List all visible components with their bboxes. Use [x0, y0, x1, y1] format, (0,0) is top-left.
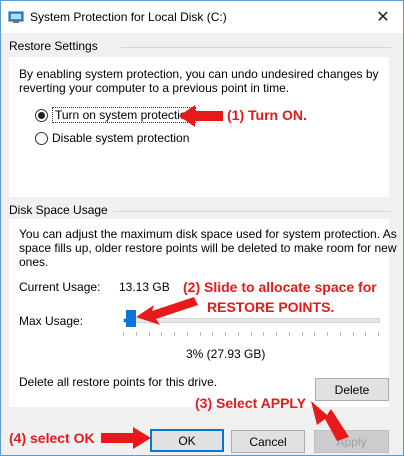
max-usage-label: Max Usage: [19, 314, 84, 328]
slider-tick [276, 332, 277, 336]
radio-button-selected[interactable] [35, 108, 48, 122]
cancel-button[interactable]: Cancel [231, 430, 305, 453]
annotation-step2-line1: (2) Slide to allocate space for [183, 279, 377, 295]
slider-tick [250, 332, 252, 336]
system-protection-icon [8, 11, 24, 23]
slider-tick [314, 332, 316, 336]
disk-description-line3: ones. [19, 255, 49, 269]
annotation-arrow-1 [179, 105, 223, 127]
slider-tick [263, 332, 265, 336]
restore-description-line2: reverting your computer to a previous po… [19, 81, 290, 95]
system-protection-dialog: System Protection for Local Disk (C:) ✕ … [0, 0, 404, 456]
slider-tick [288, 332, 290, 336]
disk-description-line2: space fills up, older restore points wil… [19, 241, 397, 255]
disk-space-heading: Disk Space Usage [9, 203, 108, 217]
slider-tick [225, 332, 226, 336]
radio-label-disable: Disable system protection [52, 131, 190, 145]
slider-tick [301, 332, 303, 336]
max-usage-percent: 3% (27.93 GB) [186, 347, 266, 361]
slider-tick [212, 332, 214, 336]
slider-tick [186, 332, 188, 336]
annotation-step2-line2: RESTORE POINTS. [207, 299, 335, 315]
ok-button[interactable]: OK [150, 429, 224, 452]
title-bar: System Protection for Local Disk (C:) ✕ [1, 1, 403, 33]
restore-description-line1: By enabling system protection, you can u… [19, 67, 379, 81]
slider-tick [365, 332, 367, 336]
slider-tick [174, 332, 175, 336]
slider-tick [237, 332, 239, 336]
slider-tick [161, 332, 163, 336]
slider-tick [352, 332, 354, 336]
annotation-arrow-4 [101, 427, 151, 449]
slider-tick [148, 332, 150, 336]
disk-description-line1: You can adjust the maximum disk space us… [19, 227, 397, 241]
restore-settings-divider [121, 47, 391, 48]
slider-tick [123, 332, 124, 336]
slider-tick [339, 332, 341, 336]
close-icon: ✕ [376, 9, 390, 26]
slider-ticks [123, 332, 383, 336]
delete-restore-points-text: Delete all restore points for this drive… [19, 375, 218, 389]
window-title: System Protection for Local Disk (C:) [30, 10, 227, 24]
radio-label-turn-on: Turn on system protection [52, 107, 197, 123]
restore-settings-heading: Restore Settings [9, 39, 98, 53]
slider-tick [378, 332, 379, 336]
radio-turn-on-protection[interactable]: Turn on system protection [35, 107, 197, 123]
radio-button-unselected[interactable] [35, 131, 48, 145]
dialog-content: Restore Settings By enabling system prot… [1, 33, 403, 455]
slider-tick [199, 332, 201, 336]
slider-tick [135, 332, 137, 336]
annotation-arrow-2 [136, 297, 198, 325]
annotation-step4: (4) select OK [9, 430, 95, 446]
annotation-arrow-3 [311, 401, 349, 441]
radio-disable-protection[interactable]: Disable system protection [35, 131, 189, 145]
annotation-step1: (1) Turn ON. [227, 107, 307, 123]
annotation-step3: (3) Select APPLY [195, 395, 307, 411]
current-usage-label: Current Usage: [19, 280, 101, 294]
current-usage-value: 13.13 GB [119, 280, 170, 294]
max-usage-slider-thumb[interactable] [125, 310, 136, 327]
close-button[interactable]: ✕ [369, 3, 397, 31]
slider-tick [327, 332, 328, 336]
delete-button[interactable]: Delete [315, 378, 389, 401]
disk-space-divider [113, 211, 391, 212]
